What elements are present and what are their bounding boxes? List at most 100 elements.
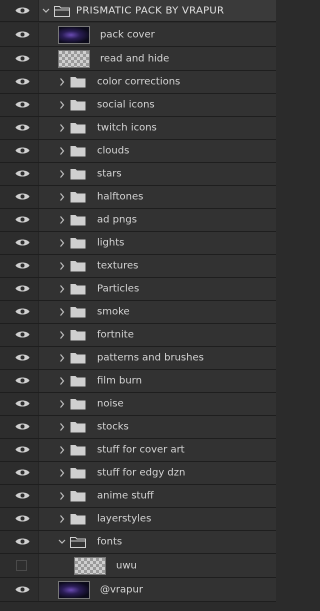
chevron-right-icon[interactable] [58, 77, 66, 87]
folder-icon [70, 77, 86, 88]
eye-icon[interactable] [15, 146, 30, 155]
eye-icon[interactable] [15, 445, 30, 454]
chevron-right-icon[interactable] [58, 491, 66, 501]
eye-icon[interactable] [15, 238, 30, 247]
folder-icon [70, 307, 86, 318]
eye-icon[interactable] [15, 422, 30, 431]
layer-row-folder[interactable]: layerstyles [0, 508, 276, 531]
eye-icon[interactable] [15, 399, 30, 408]
layer-row[interactable]: pack cover [0, 23, 276, 47]
layer-row-folder[interactable]: stocks [0, 416, 276, 439]
layer-row-folder[interactable]: social icons [0, 94, 276, 117]
layer-row-folder[interactable]: twitch icons [0, 117, 276, 140]
layer-row-folder[interactable]: Particles [0, 278, 276, 301]
layer-row-folder[interactable]: ad pngs [0, 209, 276, 232]
visibility-column [0, 439, 39, 461]
eye-icon[interactable] [15, 54, 30, 63]
layer-name: @vrapur [100, 584, 143, 595]
visibility-column [0, 23, 39, 46]
chevron-right-icon[interactable] [58, 284, 66, 294]
visibility-column [0, 232, 39, 254]
chevron-right-icon[interactable] [58, 146, 66, 156]
layer-thumbnail [58, 25, 90, 44]
layer-name: film burn [97, 375, 142, 387]
layer-row-folder[interactable]: halftones [0, 186, 276, 209]
chevron-right-icon[interactable] [58, 307, 66, 317]
layer-thumbnail [58, 49, 90, 68]
chevron-down-icon[interactable] [58, 537, 66, 547]
layer-row-folder[interactable]: anime stuff [0, 485, 276, 508]
layer-row-folder[interactable]: fonts [0, 531, 276, 554]
folder-icon [70, 100, 86, 111]
layer-row-folder[interactable]: stars [0, 163, 276, 186]
layer-row-folder[interactable]: fortnite [0, 324, 276, 347]
layer-row-folder[interactable]: stuff for cover art [0, 439, 276, 462]
eye-icon[interactable] [15, 376, 30, 385]
layer-row-folder[interactable]: noise [0, 393, 276, 416]
layer-row[interactable]: uwu [0, 554, 276, 578]
chevron-down-icon[interactable] [42, 6, 50, 16]
visibility-column [0, 278, 39, 300]
eye-icon[interactable] [15, 491, 30, 500]
eye-icon[interactable] [15, 261, 30, 270]
layer-row[interactable]: read and hide [0, 47, 276, 71]
chevron-right-icon[interactable] [58, 123, 66, 133]
eye-icon[interactable] [15, 77, 30, 86]
layer-row-folder[interactable]: stuff for edgy dzn [0, 462, 276, 485]
eye-icon[interactable] [15, 537, 30, 546]
eye-icon[interactable] [15, 100, 30, 109]
eye-icon[interactable] [15, 468, 30, 477]
layer-row-folder[interactable]: film burn [0, 370, 276, 393]
eye-icon[interactable] [15, 192, 30, 201]
eye-icon[interactable] [15, 30, 30, 39]
eye-icon[interactable] [15, 123, 30, 132]
layer-name: smoke [97, 306, 130, 318]
eye-icon[interactable] [15, 215, 30, 224]
folder-icon [70, 192, 86, 203]
chevron-right-icon[interactable] [58, 330, 66, 340]
visibility-column [0, 94, 39, 116]
chevron-right-icon[interactable] [58, 445, 66, 455]
eye-icon[interactable] [15, 353, 30, 362]
visibility-off-box[interactable] [16, 559, 27, 571]
folder-icon [70, 123, 86, 134]
eye-icon[interactable] [15, 307, 30, 316]
folder-icon [70, 468, 86, 479]
layer-name: stocks [97, 421, 129, 433]
eye-icon[interactable] [15, 6, 30, 15]
chevron-right-icon[interactable] [58, 100, 66, 110]
chevron-right-icon[interactable] [58, 215, 66, 225]
layer-row-folder[interactable]: clouds [0, 140, 276, 163]
chevron-right-icon[interactable] [58, 238, 66, 248]
layer-row-folder[interactable]: lights [0, 232, 276, 255]
chevron-right-icon[interactable] [58, 261, 66, 271]
chevron-right-icon[interactable] [58, 353, 66, 363]
eye-icon[interactable] [15, 585, 30, 594]
eye-icon[interactable] [15, 284, 30, 293]
visibility-column [0, 140, 39, 162]
folder-icon [70, 399, 86, 410]
chevron-right-icon[interactable] [58, 468, 66, 478]
layer-row-folder[interactable]: smoke [0, 301, 276, 324]
layer-row-group-prismatic-pack[interactable]: PRISMATIC PACK BY VRAPUR [0, 0, 276, 22]
folder-icon [70, 146, 86, 157]
layer-name: ad pngs [97, 214, 137, 226]
layer-row-folder[interactable]: textures [0, 255, 276, 278]
eye-icon[interactable] [15, 169, 30, 178]
eye-icon[interactable] [15, 514, 30, 523]
chevron-right-icon[interactable] [58, 192, 66, 202]
chevron-right-icon[interactable] [58, 422, 66, 432]
layer-name: social icons [97, 99, 155, 111]
chevron-right-icon[interactable] [58, 169, 66, 179]
visibility-column [0, 416, 39, 438]
layer-row[interactable]: @vrapur [0, 578, 276, 602]
layer-row-folder[interactable]: patterns and brushes [0, 347, 276, 370]
eye-icon[interactable] [15, 330, 30, 339]
chevron-right-icon[interactable] [58, 399, 66, 409]
layer-name: textures [97, 260, 139, 272]
chevron-right-icon[interactable] [58, 376, 66, 386]
chevron-right-icon[interactable] [58, 514, 66, 524]
layer-row-folder[interactable]: color corrections [0, 71, 276, 94]
visibility-column [0, 370, 39, 392]
visibility-column [0, 209, 39, 231]
